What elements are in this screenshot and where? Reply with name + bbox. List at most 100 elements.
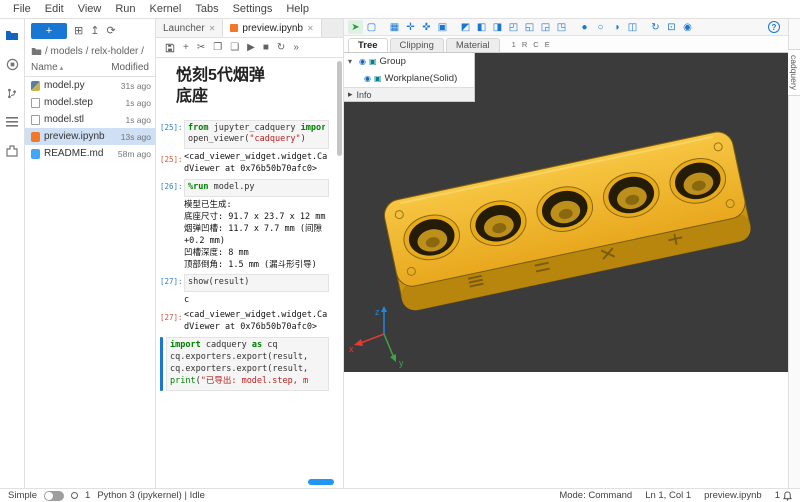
file-browser-icon[interactable] bbox=[4, 27, 20, 43]
view-bottom-icon[interactable]: ◱ bbox=[522, 20, 537, 34]
code-input[interactable]: show(result) bbox=[184, 274, 329, 292]
wireframe-mode-icon[interactable]: ○ bbox=[593, 20, 608, 34]
shaded-mode-icon[interactable]: ● bbox=[577, 20, 592, 34]
menu-help[interactable]: Help bbox=[279, 3, 316, 15]
close-icon[interactable]: ✕ bbox=[307, 24, 314, 33]
save-icon[interactable] bbox=[165, 43, 175, 53]
view-iso-icon[interactable]: ◩ bbox=[458, 20, 473, 34]
tab-launcher[interactable]: Launcher ✕ bbox=[156, 19, 223, 37]
tab-material[interactable]: Material bbox=[446, 38, 500, 52]
reset-view-icon[interactable]: ↻ bbox=[648, 20, 663, 34]
menu-run[interactable]: Run bbox=[108, 3, 142, 15]
new-folder-icon[interactable]: ⊞ bbox=[74, 26, 83, 37]
column-name[interactable]: Name▴ bbox=[31, 62, 111, 73]
cad-viewport[interactable]: z x y ▾ ◉ ▣ Group ◉ ▣ Workplan bbox=[344, 53, 788, 372]
menu-kernel[interactable]: Kernel bbox=[143, 3, 189, 15]
code-token: print bbox=[170, 376, 196, 386]
code-cell[interactable]: [26]: %run model.py bbox=[160, 179, 335, 197]
horizontal-scrollbar-thumb[interactable] bbox=[308, 479, 334, 485]
expand-all-button[interactable]: E bbox=[545, 40, 550, 49]
menu-edit[interactable]: Edit bbox=[38, 3, 71, 15]
bell-icon[interactable] bbox=[783, 491, 792, 501]
notebook-panel: Launcher ✕ preview.ipynb ✕ + ✂ ❐ ❏ ▶ ■ ↻… bbox=[156, 19, 344, 488]
code-input[interactable]: %run model.py bbox=[184, 179, 329, 197]
transparency-toggle-icon[interactable]: ◑ bbox=[609, 20, 624, 34]
tab-preview-ipynb[interactable]: preview.ipynb ✕ bbox=[223, 19, 321, 37]
kernel-status[interactable]: Python 3 (ipykernel) | Idle bbox=[97, 490, 205, 501]
cut-cells-icon[interactable]: ✂ bbox=[197, 43, 205, 53]
markdown-title-cell[interactable]: 悦刻5代烟弹底座 bbox=[176, 66, 276, 108]
code-cell[interactable]: [27]: show(result) bbox=[160, 274, 335, 292]
screenshot-icon[interactable]: ◉ bbox=[680, 20, 695, 34]
fit-view-icon[interactable]: ⊡ bbox=[664, 20, 679, 34]
file-row[interactable]: model.stl 1s ago bbox=[25, 111, 155, 128]
active-code-cell[interactable]: import cadquery as cq cq.exporters.expor… bbox=[160, 337, 335, 391]
menu-settings[interactable]: Settings bbox=[226, 3, 280, 15]
z-axis-label: z bbox=[375, 307, 380, 317]
copy-cells-icon[interactable]: ❐ bbox=[213, 43, 222, 53]
info-section-header[interactable]: ▸ Info bbox=[344, 87, 474, 101]
tree-node-group[interactable]: ▾ ◉ ▣ Group bbox=[344, 53, 474, 70]
menu-view[interactable]: View bbox=[71, 3, 109, 15]
refresh-icon[interactable]: ⟳ bbox=[106, 26, 115, 37]
axes-toggle-icon[interactable]: ✛ bbox=[403, 20, 418, 34]
column-modified[interactable]: Modified bbox=[111, 62, 149, 73]
breadcrumb-path[interactable]: / models / relx-holder / bbox=[45, 46, 144, 57]
close-icon[interactable]: ✕ bbox=[209, 24, 216, 33]
black-edges-toggle-icon[interactable]: ◫ bbox=[625, 20, 640, 34]
view-left-icon[interactable]: ◲ bbox=[538, 20, 553, 34]
tab-clipping[interactable]: Clipping bbox=[390, 38, 444, 52]
extensions-icon[interactable] bbox=[4, 143, 20, 159]
run-cell-icon[interactable]: ▶ bbox=[247, 43, 255, 53]
paste-cells-icon[interactable]: ❏ bbox=[230, 43, 239, 53]
kernel-count[interactable]: 1 bbox=[85, 490, 90, 501]
menu-file[interactable]: File bbox=[6, 3, 38, 15]
editor-mode[interactable]: Mode: Command bbox=[559, 490, 632, 501]
visibility-eye-icon[interactable]: ◉ bbox=[364, 74, 371, 83]
file-row-selected[interactable]: preview.ipynb 13s ago bbox=[25, 128, 155, 145]
tree-node-workplane[interactable]: ◉ ▣ Workplane(Solid) bbox=[344, 70, 474, 87]
new-launcher-button[interactable]: + bbox=[31, 23, 67, 39]
collapse-all-button[interactable]: C bbox=[533, 40, 538, 49]
notification-count[interactable]: 1 bbox=[775, 490, 780, 501]
file-name: model.step bbox=[44, 97, 121, 108]
restart-kernel-icon[interactable]: ↻ bbox=[277, 43, 285, 53]
simple-mode-toggle[interactable] bbox=[44, 491, 64, 501]
caret-down-icon[interactable]: ▾ bbox=[348, 57, 356, 66]
mesh-toggle-icon[interactable]: ▣ bbox=[374, 74, 382, 83]
expand-root-button[interactable]: R bbox=[522, 40, 527, 49]
menu-tabs[interactable]: Tabs bbox=[188, 3, 225, 15]
view-top-icon[interactable]: ◰ bbox=[506, 20, 521, 34]
select-tool-icon[interactable]: ➤ bbox=[348, 20, 363, 34]
ortho-toggle-icon[interactable]: ▣ bbox=[435, 20, 450, 34]
box-select-tool-icon[interactable]: ▢ bbox=[364, 20, 379, 34]
notebook-content[interactable]: 悦刻5代烟弹底座 [25]: from jupyter_cadquery imp… bbox=[156, 58, 343, 488]
tab-tree[interactable]: Tree bbox=[348, 38, 388, 52]
help-icon[interactable]: ? bbox=[768, 21, 780, 33]
visibility-eye-icon[interactable]: ◉ bbox=[359, 57, 366, 66]
vertical-scrollbar-thumb[interactable] bbox=[337, 61, 342, 156]
sidebar-tab-cadquery[interactable]: cadquery bbox=[788, 49, 800, 96]
add-cell-icon[interactable]: + bbox=[183, 43, 189, 53]
restart-run-all-icon[interactable]: » bbox=[293, 43, 299, 53]
upload-icon[interactable]: ↥ bbox=[90, 26, 99, 37]
interrupt-kernel-icon[interactable]: ■ bbox=[263, 43, 269, 53]
grid-toggle-icon[interactable]: ▦ bbox=[387, 20, 402, 34]
view-back-icon[interactable]: ◨ bbox=[490, 20, 505, 34]
expand-level-1-button[interactable]: 1 bbox=[512, 40, 516, 49]
axes0-toggle-icon[interactable]: ✜ bbox=[419, 20, 434, 34]
view-front-icon[interactable]: ◧ bbox=[474, 20, 489, 34]
file-row[interactable]: model.step 1s ago bbox=[25, 94, 155, 111]
view-right-icon[interactable]: ◳ bbox=[554, 20, 569, 34]
breadcrumb[interactable]: / models / relx-holder / bbox=[25, 43, 155, 60]
code-cell[interactable]: [25]: from jupyter_cadquery import open_… bbox=[160, 120, 335, 150]
mesh-toggle-icon[interactable]: ▣ bbox=[369, 57, 377, 66]
file-row[interactable]: model.py 31s ago bbox=[25, 77, 155, 94]
git-icon[interactable] bbox=[4, 85, 20, 101]
code-input[interactable]: from jupyter_cadquery import open_viewer… bbox=[184, 120, 329, 150]
running-sessions-icon[interactable] bbox=[4, 56, 20, 72]
file-row[interactable]: README.md 58m ago bbox=[25, 145, 155, 162]
table-of-contents-icon[interactable] bbox=[4, 114, 20, 130]
cursor-position[interactable]: Ln 1, Col 1 bbox=[645, 490, 691, 501]
code-input[interactable]: import cadquery as cq cq.exporters.expor… bbox=[166, 337, 329, 391]
